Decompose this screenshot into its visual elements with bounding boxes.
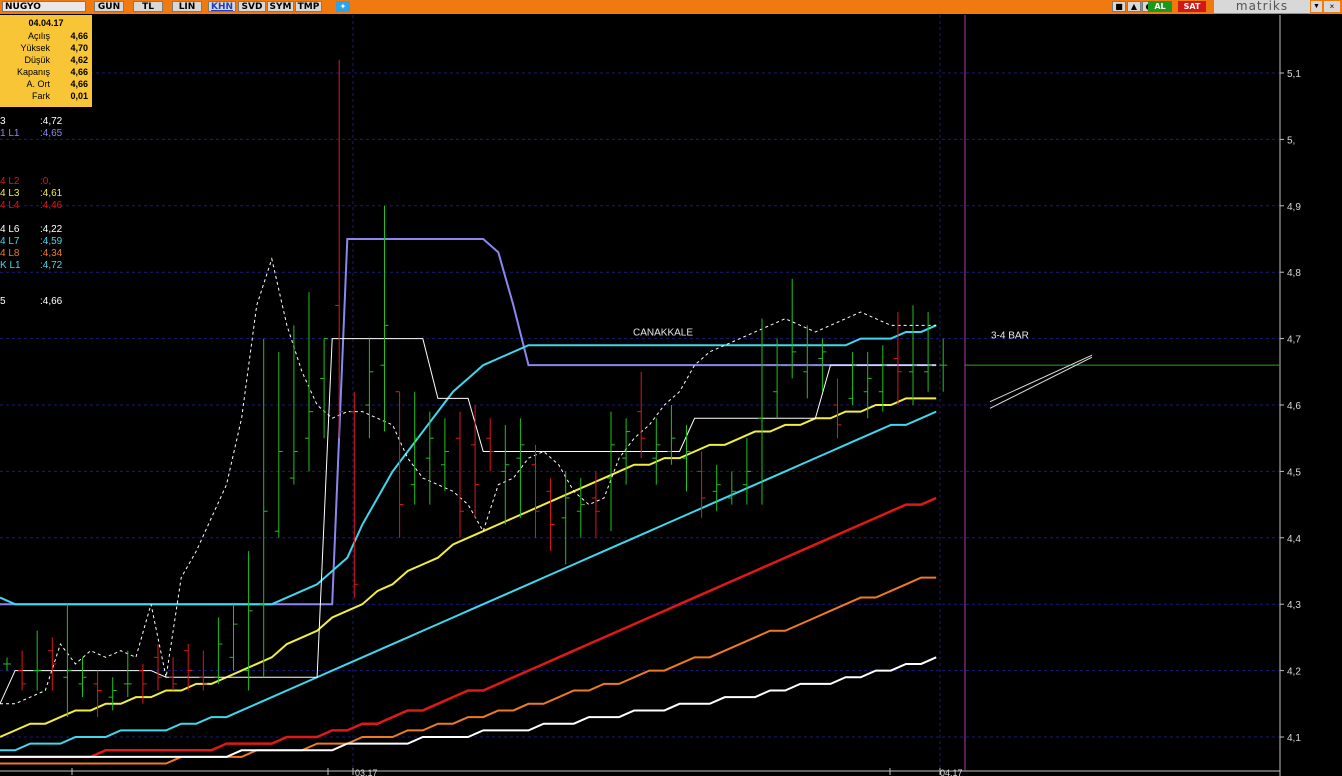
brand-logo: matriks (1214, 0, 1310, 13)
legend-name: 4 L7 (0, 236, 20, 247)
info-value: 4,70 (70, 43, 88, 53)
legend-name: 5 (0, 296, 6, 307)
y-tick-label: 4,5 (1287, 467, 1301, 478)
info-label: Düşük (24, 55, 50, 65)
legend-value: :0, (40, 176, 52, 187)
info-label: Fark (32, 91, 50, 101)
info-row-high: Yüksek 4,70 (0, 43, 88, 55)
y-tick-label: 5, (1287, 135, 1295, 146)
toggle-button-sym[interactable]: SYM (267, 1, 294, 12)
legend-value: :4,72 (40, 260, 63, 271)
y-tick-label: 4,9 (1287, 202, 1301, 213)
legend-name: 3 (0, 116, 6, 127)
series-line-3 (0, 338, 937, 705)
annotation-canakkale: CANAKKALE (633, 327, 693, 338)
y-tick-label: 4,3 (1287, 600, 1301, 611)
period-button-gun[interactable]: GUN (94, 1, 124, 12)
legend-value: :4,66 (40, 296, 63, 307)
legend-name: 4 L2 (0, 176, 20, 187)
info-label: A. Ort (26, 79, 50, 89)
legend-name: 4 L3 (0, 188, 20, 199)
scale-button-lin[interactable]: LIN (172, 1, 202, 12)
legend-value: :4,59 (40, 236, 63, 247)
info-value: 4,62 (70, 55, 88, 65)
info-row-close: Kapanış 4,66 (0, 67, 88, 79)
info-row-avg: A. Ort 4,66 (0, 79, 88, 91)
close-icon[interactable]: × (1324, 1, 1340, 12)
price-chart[interactable]: 5,1 5, 4,9 4,8 4,7 4,6 4,5 4,4 4,3 4,2 4,1 03.17 04.… (0, 15, 1342, 776)
scale-button-khn[interactable]: KHN (208, 1, 236, 12)
info-value: 4,66 (70, 79, 88, 89)
y-tick-label: 5,1 (1287, 69, 1301, 80)
y-tick-label: 4,1 (1287, 733, 1301, 744)
series-line-5 (0, 257, 937, 705)
x-tick-label: 04.17 (940, 768, 963, 776)
info-value: 4,66 (70, 67, 88, 77)
annotation-bars: 3-4 BAR (991, 331, 1029, 342)
y-tick-label: 4,4 (1287, 534, 1301, 545)
toolbar: NUGYO GUN TL LIN KHN SVD SYM TMP ✦ ■ ▲ ●… (0, 0, 1342, 14)
series-line-l7 (0, 410, 937, 752)
info-row-low: Düşük 4,62 (0, 55, 88, 67)
ohlc-info-panel: 04.04.17 Açılış 4,66 Yüksek 4,70 Düşük 4… (0, 15, 92, 107)
y-tick-label: 4,6 (1287, 401, 1301, 412)
series-line-k-l1 (0, 324, 937, 606)
trend-line (989, 354, 1093, 403)
series-line-l6 (0, 656, 937, 758)
legend-value: :4,72 (40, 116, 63, 127)
info-label: Açılış (27, 31, 50, 41)
info-label: Yüksek (20, 43, 50, 53)
legend-name: 4 L4 (0, 200, 20, 211)
legend-value: :4,65 (40, 128, 63, 139)
legend-name: 1 L1 (0, 128, 20, 139)
info-row-change: Fark 0,01 (0, 91, 88, 103)
legend-name: 4 L6 (0, 224, 20, 235)
toggle-button-svd[interactable]: SVD (238, 1, 266, 12)
legend-value: :4,61 (40, 188, 63, 199)
chevron-down-icon[interactable]: ▼ (1311, 1, 1322, 12)
legend-name: K L1 (0, 260, 21, 271)
period-button-tl[interactable]: TL (133, 1, 163, 12)
y-tick-label: 4,2 (1287, 667, 1301, 678)
legend-name: 4 L8 (0, 248, 20, 259)
legend-value: :4,34 (40, 248, 63, 259)
series-line-l1 (0, 238, 937, 606)
info-row-open: Açılış 4,66 (0, 31, 88, 43)
symbol-input[interactable]: NUGYO (2, 1, 86, 12)
x-tick-label: 03.17 (355, 768, 378, 776)
buy-button[interactable]: AL (1148, 1, 1172, 12)
info-value: 4,66 (70, 31, 88, 41)
lock-icon[interactable]: ▲ (1127, 1, 1141, 12)
info-value: 0,01 (70, 91, 88, 101)
y-tick-label: 4,8 (1287, 268, 1301, 279)
sell-button[interactable]: SAT (1178, 1, 1206, 12)
y-tick-label: 4,7 (1287, 335, 1301, 346)
twitter-icon[interactable]: ✦ (336, 1, 350, 12)
legend-value: :4,46 (40, 200, 63, 211)
legend-value: :4,22 (40, 224, 63, 235)
template-button-tmp[interactable]: TMP (295, 1, 322, 12)
pin-icon[interactable]: ■ (1112, 1, 1126, 12)
info-label: Kapanış (16, 67, 50, 77)
info-date: 04.04.17 (28, 18, 64, 28)
